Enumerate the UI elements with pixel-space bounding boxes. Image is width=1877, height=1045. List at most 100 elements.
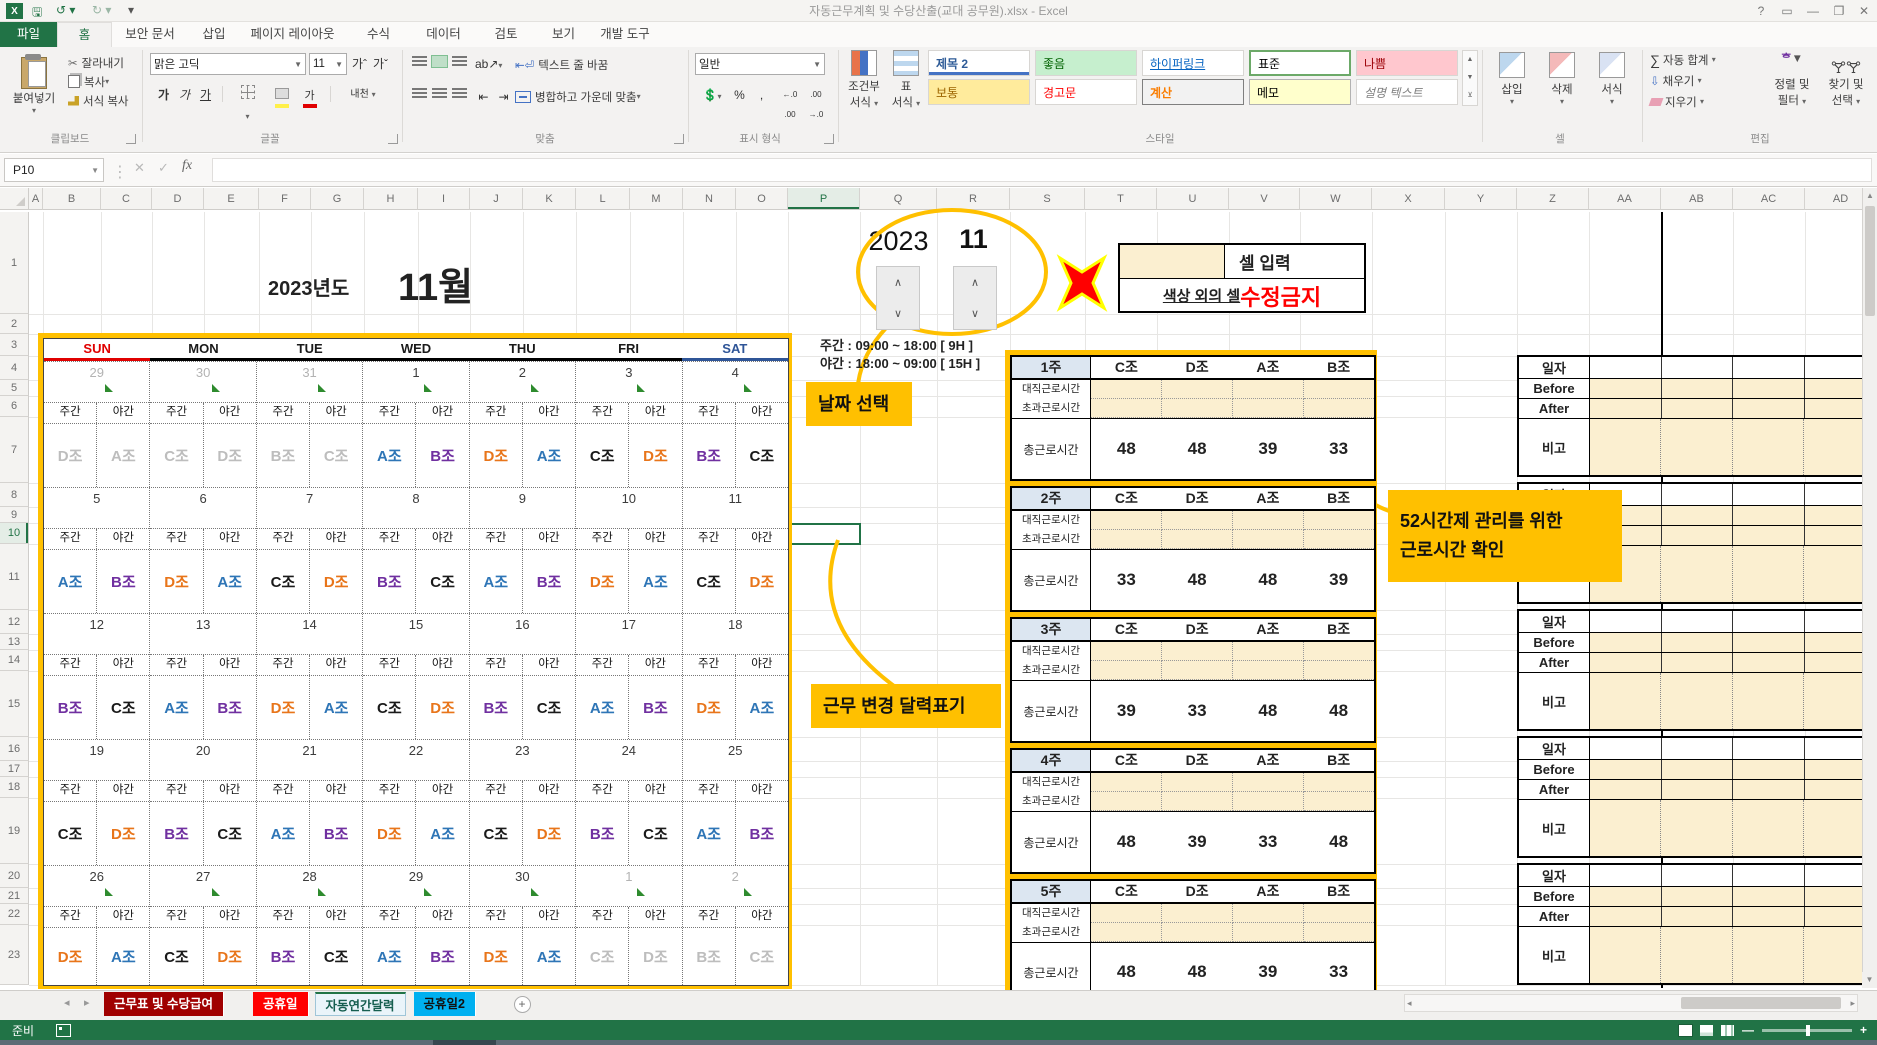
row-header-18[interactable]: 18 bbox=[0, 777, 29, 798]
row-header-22[interactable]: 22 bbox=[0, 904, 29, 925]
note-cell[interactable] bbox=[1590, 673, 1661, 729]
column-header-K[interactable]: K bbox=[523, 188, 576, 210]
column-header-C[interactable]: C bbox=[101, 188, 152, 210]
row-header-19[interactable]: 19 bbox=[0, 798, 29, 864]
row-header-16[interactable]: 16 bbox=[0, 737, 29, 761]
date-cell[interactable] bbox=[1590, 865, 1662, 886]
ribbon-tab-개발 도구[interactable]: 개발 도구 bbox=[590, 22, 660, 47]
calendar-day-15[interactable]: 15주간야간C조D조 bbox=[363, 614, 469, 739]
ribbon-tab-데이터[interactable]: 데이터 bbox=[412, 22, 475, 47]
shift-cell[interactable]: A조 bbox=[97, 424, 149, 487]
shift-cell[interactable]: D조 bbox=[683, 676, 736, 739]
insert-function-icon[interactable]: fx bbox=[182, 158, 192, 174]
calendar-day-17[interactable]: 17주간야간A조B조 bbox=[576, 614, 682, 739]
macro-record-icon[interactable] bbox=[56, 1024, 71, 1037]
shift-cell[interactable]: B조 bbox=[683, 424, 736, 487]
shift-cell[interactable]: A조 bbox=[204, 550, 256, 613]
row-header-5[interactable]: 5 bbox=[0, 380, 29, 396]
style-나쁨[interactable]: 나쁨 bbox=[1356, 50, 1458, 76]
cells-삽입-button[interactable]: 삽입▾ bbox=[1490, 52, 1534, 114]
column-header-V[interactable]: V bbox=[1229, 188, 1300, 210]
hours-cell[interactable] bbox=[1662, 760, 1734, 779]
calendar-day-14[interactable]: 14주간야간D조A조 bbox=[257, 614, 363, 739]
column-header-H[interactable]: H bbox=[364, 188, 418, 210]
hours-cell[interactable] bbox=[1662, 780, 1734, 799]
hours-input-cell[interactable] bbox=[1091, 530, 1162, 549]
date-cell[interactable] bbox=[1590, 611, 1662, 632]
note-cell[interactable] bbox=[1733, 927, 1804, 983]
row-header-15[interactable]: 15 bbox=[0, 671, 29, 737]
shift-cell[interactable]: C조 bbox=[310, 424, 362, 487]
name-box[interactable]: P10▼ bbox=[4, 158, 104, 182]
shift-cell[interactable]: D조 bbox=[416, 676, 468, 739]
hours-input-cell[interactable] bbox=[1304, 380, 1374, 399]
month-value[interactable]: 11 bbox=[937, 224, 1010, 255]
shift-cell[interactable]: B조 bbox=[416, 424, 468, 487]
shift-cell[interactable]: D조 bbox=[310, 550, 362, 613]
shift-cell[interactable]: B조 bbox=[310, 802, 362, 865]
vertical-scrollbar-down-icon[interactable]: ▼ bbox=[1862, 972, 1877, 988]
calendar-day-26[interactable]: 26주간야간D조A조 bbox=[44, 866, 150, 985]
orientation-icon[interactable]: ab↗▾ bbox=[474, 53, 500, 73]
shift-cell[interactable]: C조 bbox=[629, 802, 681, 865]
ribbon-tab-삽입[interactable]: 삽입 bbox=[188, 22, 240, 47]
hscroll-right-icon[interactable]: ▸ bbox=[1850, 995, 1855, 1011]
ribbon-tab-보안 문서[interactable]: 보안 문서 bbox=[112, 22, 188, 47]
calendar-day-30[interactable]: 30주간야간D조A조 bbox=[470, 866, 576, 985]
row-header-6[interactable]: 6 bbox=[0, 396, 29, 417]
vertical-scrollbar-thumb[interactable] bbox=[1865, 206, 1875, 316]
calendar-day-21[interactable]: 21주간야간A조B조 bbox=[257, 740, 363, 865]
vertical-scrollbar[interactable]: ▲ bbox=[1862, 188, 1877, 988]
date-cell[interactable] bbox=[1662, 865, 1734, 886]
decrease-decimal-icon[interactable]: .00→.0 bbox=[804, 84, 828, 104]
shift-cell[interactable]: C조 bbox=[44, 802, 97, 865]
shift-cell[interactable]: B조 bbox=[576, 802, 629, 865]
hours-cell[interactable] bbox=[1733, 907, 1805, 926]
shift-cell[interactable]: B조 bbox=[150, 802, 203, 865]
horizontal-scrollbar-thumb[interactable] bbox=[1681, 997, 1841, 1009]
shift-cell[interactable]: A조 bbox=[44, 550, 97, 613]
comma-icon[interactable]: , bbox=[752, 84, 771, 104]
style-보통[interactable]: 보통 bbox=[928, 79, 1030, 105]
sort-filter-button[interactable]: ᄒ▼ 정렬 및필터 ▾ bbox=[1766, 50, 1818, 108]
calendar-day-27[interactable]: 27주간야간C조D조 bbox=[150, 866, 256, 985]
italic-button[interactable]: 가 bbox=[175, 84, 194, 104]
autosum-button[interactable]: ∑자동 합계 ▾ bbox=[1650, 50, 1716, 69]
month-spin-up-icon[interactable]: ∧ bbox=[954, 267, 996, 298]
shift-cell[interactable]: C조 bbox=[150, 928, 203, 985]
hours-cell[interactable] bbox=[1733, 526, 1805, 545]
shift-cell[interactable]: B조 bbox=[44, 676, 97, 739]
hours-input-cell[interactable] bbox=[1233, 530, 1304, 549]
column-header-E[interactable]: E bbox=[204, 188, 259, 210]
shift-cell[interactable]: A조 bbox=[363, 424, 416, 487]
shift-cell[interactable]: D조 bbox=[257, 676, 310, 739]
sheet-tab-공휴일[interactable]: 공휴일 bbox=[253, 992, 309, 1016]
shift-cell[interactable]: B조 bbox=[629, 676, 681, 739]
shift-cell[interactable]: B조 bbox=[363, 550, 416, 613]
calendar-day-12[interactable]: 12주간야간B조C조 bbox=[44, 614, 150, 739]
shift-cell[interactable]: C조 bbox=[416, 550, 468, 613]
column-header-R[interactable]: R bbox=[937, 188, 1010, 210]
column-header-Y[interactable]: Y bbox=[1445, 188, 1517, 210]
shift-cell[interactable]: C조 bbox=[204, 802, 256, 865]
hours-input-cell[interactable] bbox=[1091, 642, 1162, 661]
hours-cell[interactable] bbox=[1662, 653, 1734, 672]
date-cell[interactable] bbox=[1733, 611, 1805, 632]
shift-cell[interactable]: A조 bbox=[257, 802, 310, 865]
date-cell[interactable] bbox=[1733, 865, 1805, 886]
calendar-day-23[interactable]: 23주간야간C조D조 bbox=[470, 740, 576, 865]
month-spinner[interactable]: ∧∨ bbox=[953, 266, 997, 330]
calendar-day-28[interactable]: 28주간야간B조C조 bbox=[257, 866, 363, 985]
calendar-day-18[interactable]: 18주간야간D조A조 bbox=[683, 614, 788, 739]
shift-cell[interactable]: D조 bbox=[150, 550, 203, 613]
shift-cell[interactable]: D조 bbox=[44, 424, 97, 487]
calendar-day-7[interactable]: 7주간야간C조D조 bbox=[257, 488, 363, 613]
bold-button[interactable]: 가 bbox=[154, 84, 173, 104]
shift-cell[interactable]: B조 bbox=[257, 424, 310, 487]
column-header-U[interactable]: U bbox=[1157, 188, 1229, 210]
hours-input-cell[interactable] bbox=[1304, 792, 1374, 811]
hours-input-cell[interactable] bbox=[1162, 530, 1233, 549]
hours-cell[interactable] bbox=[1662, 399, 1734, 418]
calendar-day-29[interactable]: 29주간야간A조B조 bbox=[363, 866, 469, 985]
hours-input-cell[interactable] bbox=[1304, 661, 1374, 680]
